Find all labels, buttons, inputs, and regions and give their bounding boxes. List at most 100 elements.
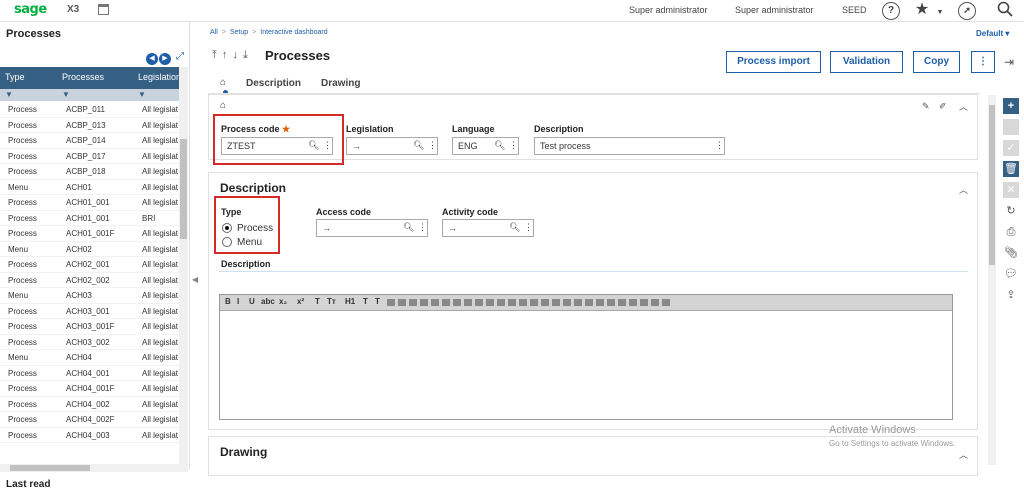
editor-tool-icon[interactable] — [585, 299, 593, 306]
activity-code-field[interactable]: → 🔍︎ ⋮ — [442, 219, 534, 237]
cancel-icon[interactable]: ✕ — [1003, 182, 1019, 198]
user-role-menu[interactable]: Super administrator — [629, 5, 708, 15]
editor-tool-icon[interactable] — [497, 299, 505, 306]
legislation-field[interactable]: → 🔍︎ ⋮ — [346, 137, 438, 155]
search-icon[interactable] — [996, 1, 1014, 19]
breadcrumb-dashboard[interactable]: Interactive dashboard — [260, 29, 327, 36]
description-field[interactable]: Test process ⋮ — [534, 137, 725, 155]
list-item[interactable]: Process ACH03_001 All legislat — [0, 304, 179, 319]
more-icon[interactable]: ⋮ — [509, 140, 518, 151]
compass-icon[interactable]: ➚ — [958, 2, 976, 20]
save-icon[interactable] — [1003, 119, 1019, 135]
refresh-icon[interactable]: ↻ — [1003, 203, 1019, 219]
collapse-section-icon[interactable]: ︿ — [959, 183, 968, 196]
search-icon[interactable]: 🔍︎ — [494, 140, 505, 151]
list-item[interactable]: Process ACH04_003 All legislat — [0, 428, 179, 443]
editor-tool-icon[interactable] — [519, 299, 527, 306]
editor-tool-icon[interactable] — [475, 299, 483, 306]
editor-tool-icon[interactable] — [453, 299, 461, 306]
record-navigation[interactable]: ⤒ ↑ ↓ ⤓ — [212, 49, 249, 62]
filter-icon[interactable]: ▼ — [62, 90, 70, 99]
process-import-button[interactable]: Process import — [726, 51, 821, 73]
exit-icon[interactable]: ⇥ — [1004, 55, 1014, 69]
pin-icon[interactable]: ✎ — [922, 101, 930, 112]
add-icon[interactable]: + — [1003, 98, 1019, 114]
editor-tool-icon[interactable] — [607, 299, 615, 306]
previous-icon[interactable]: ◀ — [146, 53, 158, 65]
breadcrumb-setup[interactable]: Setup — [230, 29, 248, 36]
list-item[interactable]: Process ACH01_001 All legislat — [0, 195, 179, 211]
user-name-menu[interactable]: Super administrator — [735, 5, 814, 15]
editor-tool-icon[interactable] — [431, 299, 439, 306]
folder-menu[interactable]: SEED — [842, 5, 867, 15]
search-icon[interactable]: 🔍︎ — [403, 222, 414, 233]
access-code-field[interactable]: → 🔍︎ ⋮ — [316, 219, 428, 237]
home-icon[interactable]: ⌂ — [220, 77, 226, 88]
editor-format-button[interactable]: U — [249, 297, 255, 306]
list-item[interactable]: Process ACH03_002 All legislat — [0, 335, 179, 350]
editor-format-button[interactable]: x₂ — [279, 297, 287, 306]
editor-tool-icon[interactable] — [442, 299, 450, 306]
list-item[interactable]: Menu ACH01 All legislat — [0, 180, 179, 195]
list-item[interactable]: Menu ACH02 All legislat — [0, 242, 179, 257]
editor-tool-icon[interactable] — [574, 299, 582, 306]
star-icon[interactable]: ★ — [913, 1, 931, 19]
editor-format-button[interactable]: H1 — [345, 297, 355, 306]
tab-description[interactable]: Description — [246, 78, 301, 89]
list-item[interactable]: Process ACBP_013 All legislat — [0, 118, 179, 133]
editor-tool-icon[interactable] — [530, 299, 538, 306]
editor-format-button[interactable]: Tт — [327, 297, 336, 306]
horizontal-scrollbar[interactable] — [0, 464, 188, 472]
vertical-scrollbar[interactable] — [179, 67, 188, 464]
list-item[interactable]: Process ACH04_001 All legislat — [0, 366, 179, 381]
search-icon[interactable]: 🔍︎ — [509, 222, 520, 233]
comment-icon[interactable]: 💬︎ — [1003, 266, 1019, 282]
list-item[interactable]: Menu ACH03 All legislat — [0, 288, 179, 304]
filter-icon[interactable]: ▼ — [5, 90, 13, 99]
editor-tool-icon[interactable] — [409, 299, 417, 306]
editor-format-button[interactable]: x² — [297, 297, 304, 306]
more-icon[interactable]: ⋮ — [524, 222, 533, 233]
editor-tool-icon[interactable] — [541, 299, 549, 306]
editor-tool-icon[interactable] — [651, 299, 659, 306]
next-icon[interactable]: ▶ — [159, 53, 171, 65]
copy-button[interactable]: Copy — [913, 51, 960, 73]
editor-format-button[interactable]: T — [363, 297, 368, 306]
breadcrumb-all[interactable]: All — [210, 29, 218, 36]
rich-text-editor[interactable]: B I Uabc x₂ x² T Tт H1 T T — [219, 294, 953, 420]
editor-tool-icon[interactable] — [629, 299, 637, 306]
editor-format-button[interactable]: abc — [261, 297, 275, 306]
calendar-icon[interactable] — [98, 4, 109, 15]
column-header-type[interactable]: Type — [5, 72, 25, 82]
editor-format-button[interactable]: B — [225, 297, 231, 306]
list-item[interactable]: Process ACBP_014 All legislat — [0, 133, 179, 149]
more-actions-button[interactable]: ⋮ — [971, 51, 995, 73]
list-item[interactable]: Process ACH01_001F All legislat — [0, 226, 179, 242]
sage-logo[interactable]: sage — [14, 2, 47, 17]
column-header-legislation[interactable]: Legislation — [138, 72, 179, 82]
more-icon[interactable]: ⋮ — [418, 222, 427, 233]
collapse-section-icon[interactable]: ︿ — [959, 448, 968, 461]
editor-tool-icon[interactable] — [618, 299, 626, 306]
editor-tool-icon[interactable] — [486, 299, 494, 306]
list-item[interactable]: Process ACBP_017 All legislat — [0, 149, 179, 164]
share-icon[interactable]: ⇪ — [1003, 287, 1019, 303]
more-icon[interactable]: ⋮ — [428, 140, 437, 151]
editor-tool-icon[interactable] — [398, 299, 406, 306]
delete-icon[interactable]: 🗑︎ — [1003, 161, 1019, 177]
collapse-section-icon[interactable]: ︿ — [959, 100, 968, 113]
editor-tool-icon[interactable] — [640, 299, 648, 306]
list-item[interactable]: Process ACH01_001 BRI — [0, 211, 179, 226]
list-item[interactable]: Process ACBP_011 All legislat — [0, 102, 179, 118]
language-field[interactable]: ENG 🔍︎ ⋮ — [452, 137, 519, 155]
more-icon[interactable]: ⋮ — [715, 140, 724, 151]
list-item[interactable]: Process ACH04_001F All legislat — [0, 381, 179, 397]
editor-tool-icon[interactable] — [508, 299, 516, 306]
collapse-panel-icon[interactable]: ◀ — [192, 275, 198, 284]
chevron-down-icon[interactable]: ▼ — [931, 4, 949, 22]
main-scrollbar[interactable] — [988, 95, 996, 465]
editor-tool-icon[interactable] — [596, 299, 604, 306]
list-item[interactable]: Process ACH02_002 All legislat — [0, 273, 179, 288]
editor-tool-icon[interactable] — [387, 299, 395, 306]
editor-tool-icon[interactable] — [563, 299, 571, 306]
